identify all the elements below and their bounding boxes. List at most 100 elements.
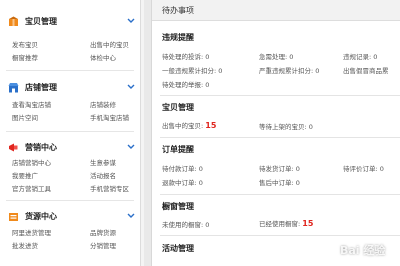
todo-panel-header: 待办事项 (152, 0, 400, 21)
todo-item[interactable]: 出售中的宝贝: 15 (162, 120, 216, 130)
divider (160, 194, 400, 195)
todo-item[interactable]: 一般违规累计扣分: 0 (162, 65, 222, 75)
todo-item-label: 待处理的举报: (162, 81, 204, 89)
box-icon (9, 16, 18, 26)
sidebar-link-mobile-marketing[interactable]: 手机营销专区 (90, 183, 129, 193)
divider (6, 200, 134, 201)
block-title-violations: 违规提醒 (162, 33, 194, 42)
todo-item-label: 已经使用橱窗: (259, 220, 301, 228)
todo-item[interactable]: 急需处理: 0 (259, 51, 293, 61)
sidebar-section-title: 宝贝管理 (25, 17, 57, 26)
todo-item-label: 未使用的橱窗: (162, 221, 204, 229)
todo-item-value-highlight: 15 (205, 121, 217, 130)
todo-item-label: 违规记录: (343, 53, 372, 61)
sidebar-link-wholesale[interactable]: 批发进货 (12, 240, 38, 250)
chevron-down-icon[interactable] (127, 211, 135, 221)
divider (6, 131, 134, 132)
todo-item-label: 出售中的宝贝: (162, 122, 204, 130)
chevron-down-icon[interactable] (127, 82, 135, 92)
todo-item[interactable]: 严重违规累计扣分: 0 (259, 65, 319, 75)
sidebar-link-distribution[interactable]: 分销管理 (90, 240, 116, 250)
megaphone-icon (9, 143, 18, 152)
todo-item-value-highlight: 15 (302, 219, 314, 228)
todo-item-label: 出售假冒商品累 (343, 67, 389, 75)
sidebar-link-publish-item[interactable]: 发布宝贝 (12, 39, 38, 49)
sidebar-section-shop: 店铺管理 查看淘宝店铺 店铺装修 图片空间 手机淘宝店铺 (0, 80, 140, 132)
todo-item-value: 0 (315, 67, 320, 75)
todo-panel: 待办事项 违规提醒 待处理的投诉: 0 急需处理: 0 违规记录: 0 一般违规… (151, 0, 400, 266)
page-title: 待办事项 (162, 6, 194, 15)
todo-item-value: 0 (198, 165, 203, 173)
todo-item[interactable]: 待处理的投诉: 0 (162, 51, 209, 61)
sidebar-link-image-space[interactable]: 图片空间 (12, 112, 38, 122)
todo-item-value: 0 (379, 165, 384, 173)
divider (160, 137, 400, 138)
todo-item[interactable]: 已经使用橱窗: 15 (259, 218, 313, 228)
todo-item-value: 0 (295, 179, 300, 187)
todo-item[interactable]: 待评价订单: 0 (343, 163, 384, 173)
todo-item[interactable]: 售后中订单: 0 (259, 177, 300, 187)
todo-item-value: 0 (205, 53, 210, 61)
block-title-activities: 活动管理 (162, 244, 194, 253)
todo-item-label: 退款中订单: (162, 179, 197, 187)
sourcing-icon (9, 213, 18, 221)
sidebar-link-showcase[interactable]: 橱窗推荐 (12, 52, 38, 62)
chevron-down-icon[interactable] (127, 142, 135, 152)
todo-item[interactable]: 待付款订单: 0 (162, 163, 203, 173)
sidebar-link-brand-supply[interactable]: 品牌货源 (90, 227, 116, 237)
todo-item[interactable]: 出售假冒商品累 (343, 65, 389, 75)
todo-item-label: 急需处理: (259, 53, 288, 61)
sidebar-section-title: 店铺管理 (25, 83, 57, 92)
todo-item-label: 待评价订单: (343, 165, 378, 173)
todo-item[interactable]: 违规记录: 0 (343, 51, 377, 61)
sidebar-link-promote[interactable]: 我要推广 (12, 170, 38, 180)
sidebar-link-items-on-sale[interactable]: 出售中的宝贝 (90, 39, 129, 49)
todo-item-value: 0 (205, 81, 210, 89)
sidebar-section-items: 宝贝管理 发布宝贝 出售中的宝贝 橱窗推荐 体检中心 (0, 14, 140, 66)
sidebar-section-header[interactable]: 店铺管理 (0, 80, 140, 96)
todo-item-label: 待处理的投诉: (162, 53, 204, 61)
sidebar-link-business-advisor[interactable]: 生意参谋 (90, 157, 116, 167)
todo-item-value: 0 (198, 179, 203, 187)
sidebar-section-marketing: 营销中心 店铺营销中心 生意参谋 我要推广 活动报名 官方营销工具 手机营销专区 (0, 140, 140, 200)
paw-icon (321, 239, 337, 256)
sidebar-link-shop-decoration[interactable]: 店铺装修 (90, 99, 116, 109)
divider (160, 235, 400, 236)
seller-center-screen: 宝贝管理 发布宝贝 出售中的宝贝 橱窗推荐 体检中心 店铺管理 查看淘宝店铺 店… (0, 0, 400, 266)
todo-item[interactable]: 退款中订单: 0 (162, 177, 203, 187)
block-title-showcase: 橱窗管理 (162, 202, 194, 211)
sidebar-link-mobile-shop[interactable]: 手机淘宝店铺 (90, 112, 129, 122)
sidebar-link-ali-purchase[interactable]: 阿里进货管理 (12, 227, 51, 237)
todo-item-label: 严重违规累计扣分: (259, 67, 314, 75)
sidebar-section-header[interactable]: 营销中心 (0, 140, 140, 156)
sidebar: 宝贝管理 发布宝贝 出售中的宝贝 橱窗推荐 体检中心 店铺管理 查看淘宝店铺 店… (0, 0, 144, 266)
sidebar-section-header[interactable]: 宝贝管理 (0, 14, 140, 30)
watermark: Bai 经验 (318, 238, 398, 262)
sidebar-section-title: 营销中心 (25, 143, 57, 152)
sidebar-section-header[interactable]: 货源中心 (0, 209, 140, 225)
todo-item[interactable]: 待处理的举报: 0 (162, 79, 209, 89)
todo-item-value: 0 (295, 165, 300, 173)
sidebar-link-event-signup[interactable]: 活动报名 (90, 170, 116, 180)
todo-item[interactable]: 未使用的橱窗: 0 (162, 219, 209, 229)
block-title-items: 宝贝管理 (162, 103, 194, 112)
todo-item-value: 0 (218, 67, 223, 75)
block-title-orders: 订单提醒 (162, 145, 194, 154)
sidebar-link-marketing-center[interactable]: 店铺营销中心 (12, 157, 51, 167)
shop-icon (8, 83, 19, 93)
watermark-text: Bai 经验 (340, 244, 386, 257)
sidebar-link-view-shop[interactable]: 查看淘宝店铺 (12, 99, 51, 109)
todo-item-label: 等待上架的宝贝: (259, 123, 307, 131)
todo-item-label: 一般违规累计扣分: (162, 67, 217, 75)
todo-item-value: 0 (373, 53, 378, 61)
todo-item-value: 0 (308, 123, 313, 131)
divider (160, 95, 400, 96)
sidebar-panel: 宝贝管理 发布宝贝 出售中的宝贝 橱窗推荐 体检中心 店铺管理 查看淘宝店铺 店… (0, 0, 141, 266)
todo-item[interactable]: 待发货订单: 0 (259, 163, 300, 173)
sidebar-link-official-tools[interactable]: 官方营销工具 (12, 183, 51, 193)
todo-item-label: 待发货订单: (259, 165, 294, 173)
chevron-down-icon[interactable] (127, 16, 135, 26)
todo-item[interactable]: 等待上架的宝贝: 0 (259, 121, 313, 131)
divider (6, 70, 134, 71)
sidebar-link-health-check[interactable]: 体检中心 (90, 52, 116, 62)
